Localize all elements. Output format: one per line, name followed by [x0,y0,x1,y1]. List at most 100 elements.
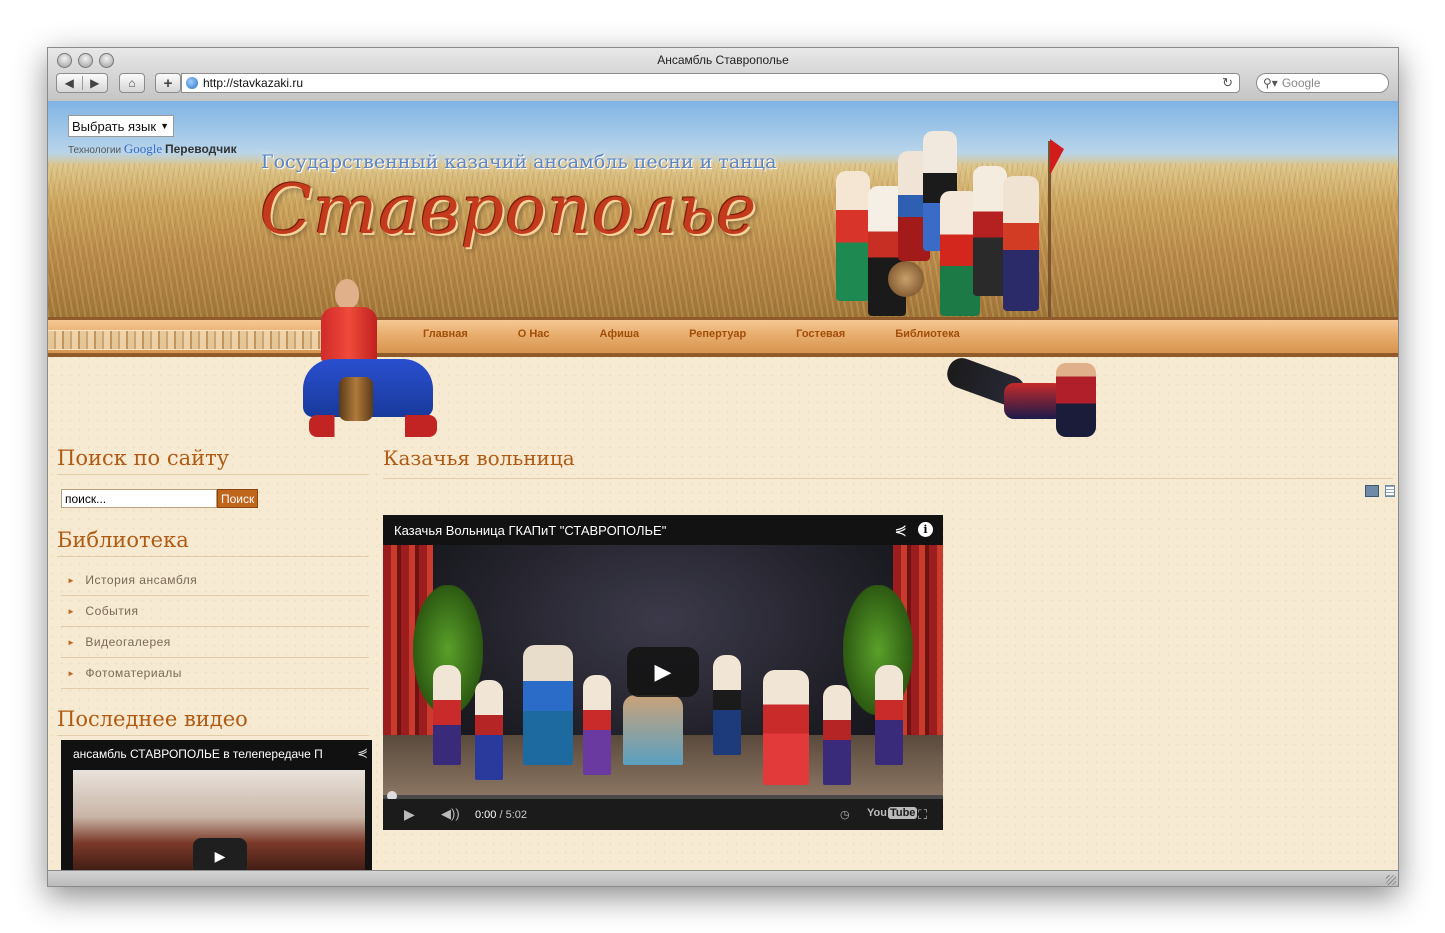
plus-icon: + [163,74,173,92]
arrow-bullet-icon: ► [67,575,76,585]
address-bar[interactable]: http://stavkazaki.ru ↻ [181,73,1240,93]
google-translate-credit: Технологии Google Переводчик [68,141,237,157]
status-bar [48,870,1398,886]
performer [973,166,1007,296]
dancer-figure [623,695,683,765]
share-icon[interactable]: ⋞ [894,521,907,539]
main-content: Казачья вольница Казачья Вольница ГКАПиТ… [383,446,1395,830]
info-icon[interactable]: i [918,522,933,537]
drum [888,261,924,297]
video-controls: ▶ ◀)) 0:00 / 5:02 ◷ You Tube ⛶ [383,799,943,830]
video-title[interactable]: Казачья Вольница ГКАПиТ "СТАВРОПОЛЬЕ" [394,523,666,538]
menu-item-afisha[interactable]: Афиша [600,328,640,340]
performer [1003,176,1039,311]
dancer-figure [713,655,741,755]
dancer-figure [763,670,809,785]
site-subtitle: Государственный казачий ансамбль песни и… [261,151,777,173]
google-logo[interactable]: Google [124,141,162,156]
dancer-figure [1056,363,1096,437]
performer [836,171,870,301]
library-item-video-gallery[interactable]: ► Видеогалерея [61,627,369,658]
library-item-label: История ансамбля [85,573,198,587]
google-credit-prefix: Технологии [68,145,122,156]
library-heading: Библиотека [57,528,369,557]
site-search-button[interactable]: Поиск [217,489,259,508]
cossack-drummer-image [303,279,443,441]
print-icon[interactable] [1365,485,1379,497]
dancer-figure [523,645,573,765]
cossack-boots [309,415,437,437]
library-item-label: Фотоматериалы [85,666,182,680]
site-search-form: Поиск [61,489,369,508]
youtube-logo-tube: Tube [887,807,918,819]
dancer-figure [823,685,851,785]
latest-video-heading: Последнее видео [57,707,369,736]
window-title: Ансамбль Ставрополье [657,53,789,67]
youtube-logo-you: You [867,807,887,819]
latest-video-title[interactable]: ансамбль СТАВРОПОЛЬЕ в телепередаче П [73,747,343,761]
current-time: 0:00 [475,809,497,821]
library-item-label: События [85,604,139,618]
search-icon: ⚲▾ [1263,76,1278,90]
site-search-input[interactable] [61,489,217,508]
total-time: / 5:02 [499,809,528,821]
library-item-events[interactable]: ► События [61,596,369,627]
back-icon[interactable]: ◀ [57,76,83,90]
resize-grip-icon[interactable] [1386,875,1396,885]
browser-window: Ансамбль Ставрополье ◀ ▶ ⌂ + http://stav… [47,47,1399,887]
globe-icon [186,77,198,89]
cossack-shirt [321,307,377,362]
red-flag [1050,139,1064,175]
sidebar: Поиск по сайту Поиск Библиотека ► Истори… [57,446,372,870]
menu-item-guestbook[interactable]: Гостевая [796,328,845,340]
language-select[interactable]: Выбрать язык ▼ [68,115,174,137]
dancers-image [943,354,1106,441]
fullscreen-icon[interactable]: ⛶ [918,807,927,823]
library-item-label: Видеогалерея [85,635,171,649]
chevron-down-icon: ▼ [160,121,169,131]
dancer-figure [875,665,903,765]
library-item-history[interactable]: ► История ансамбля [61,565,369,596]
video-player[interactable]: Казачья Вольница ГКАПиТ "СТАВРОПОЛЬЕ" ⋞ … [383,515,943,830]
browser-search-placeholder: Google [1281,76,1321,90]
watch-later-icon[interactable]: ◷ [840,808,850,821]
title-bar: Ансамбль Ставрополье ◀ ▶ ⌂ + http://stav… [48,48,1398,102]
arrow-bullet-icon: ► [67,668,76,678]
library-item-photos[interactable]: ► Фотоматериалы [61,658,369,689]
menu-item-library[interactable]: Библиотека [895,328,960,340]
menu-item-repertoire[interactable]: Репертуар [689,328,746,340]
arrow-bullet-icon: ► [67,637,76,647]
reload-icon[interactable]: ↻ [1222,75,1233,91]
arrow-bullet-icon: ► [67,606,76,616]
language-select-value: Выбрать язык [72,118,157,134]
article-tools [1365,485,1395,497]
menu-items: Главная О Нас Афиша Репертуар Гостевая Б… [423,328,960,340]
dancer-figure [433,665,461,765]
play-icon[interactable]: ▶ [627,647,699,697]
dancer-figure [583,675,611,775]
home-button[interactable]: ⌂ [119,73,145,93]
menu-item-about[interactable]: О Нас [518,328,550,340]
site-logo[interactable]: Ставрополье [260,171,757,250]
browser-search-field[interactable]: ⚲▾ Google [1256,73,1389,93]
video-title-bar: Казачья Вольница ГКАПиТ "СТАВРОПОЛЬЕ" ⋞ … [383,515,943,545]
performers-group-image [828,131,1068,317]
main-menu: Главная О Нас Афиша Репертуар Гостевая Б… [48,317,1398,357]
play-icon[interactable]: ▶ [404,806,415,823]
site-header: Выбрать язык ▼ Технологии Google Перевод… [48,101,1398,317]
play-icon[interactable]: ▶ [193,838,247,870]
email-icon[interactable] [1385,485,1395,497]
share-icon[interactable]: ⋞ [357,745,368,761]
dancer-figure [1004,383,1064,419]
article-title: Казачья вольница [383,446,1393,479]
library-list: ► История ансамбля ► События ► Видеогале… [61,565,369,689]
dancer-figure [475,680,503,780]
forward-icon[interactable]: ▶ [83,76,108,90]
youtube-logo[interactable]: You Tube [867,807,918,819]
address-text: http://stavkazaki.ru [203,76,304,90]
add-bookmark-button[interactable]: + [155,73,181,93]
latest-video-player[interactable]: ансамбль СТАВРОПОЛЬЕ в телепередаче П ⋞ … [61,740,372,870]
video-time: 0:00 / 5:02 [475,809,527,821]
translator-link[interactable]: Переводчик [165,142,237,156]
volume-icon[interactable]: ◀)) [441,806,460,822]
